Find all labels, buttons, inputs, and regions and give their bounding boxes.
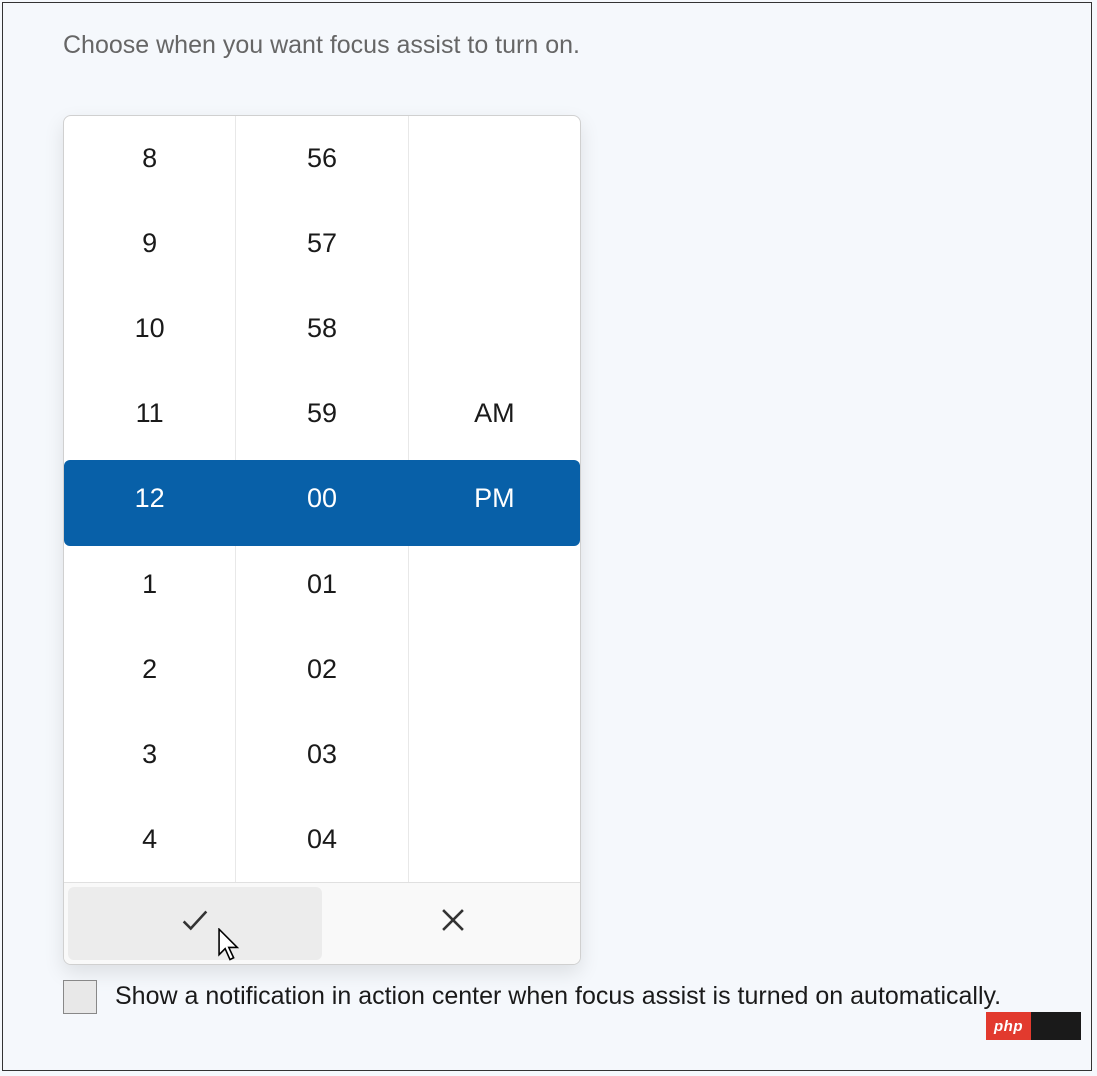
minute-option-selected[interactable]: 00 bbox=[236, 456, 407, 541]
period-empty bbox=[409, 116, 580, 201]
hour-option[interactable]: 10 bbox=[64, 286, 235, 371]
picker-columns: 8 9 10 11 12 1 2 3 4 56 57 58 59 00 01 0… bbox=[64, 116, 580, 882]
cancel-button[interactable] bbox=[326, 883, 580, 964]
hour-column[interactable]: 8 9 10 11 12 1 2 3 4 bbox=[64, 116, 235, 882]
settings-panel: Choose when you want focus assist to tur… bbox=[2, 2, 1092, 1071]
close-icon bbox=[436, 903, 470, 944]
confirm-button[interactable] bbox=[68, 887, 322, 960]
minute-option[interactable]: 01 bbox=[236, 542, 407, 627]
hour-option[interactable]: 3 bbox=[64, 712, 235, 797]
minute-option[interactable]: 59 bbox=[236, 371, 407, 456]
hour-option[interactable]: 4 bbox=[64, 797, 235, 882]
hour-option[interactable]: 1 bbox=[64, 542, 235, 627]
notification-checkbox[interactable] bbox=[63, 980, 97, 1014]
minute-option[interactable]: 56 bbox=[236, 116, 407, 201]
instruction-text: Choose when you want focus assist to tur… bbox=[63, 31, 580, 60]
watermark-text: php bbox=[994, 1018, 1023, 1035]
period-empty bbox=[409, 797, 580, 882]
period-option-pm-selected[interactable]: PM bbox=[409, 456, 580, 541]
minute-option[interactable]: 57 bbox=[236, 201, 407, 286]
period-empty bbox=[409, 542, 580, 627]
hour-option-selected[interactable]: 12 bbox=[64, 456, 235, 541]
hour-option[interactable]: 11 bbox=[64, 371, 235, 456]
hour-option[interactable]: 8 bbox=[64, 116, 235, 201]
minute-option[interactable]: 03 bbox=[236, 712, 407, 797]
hour-option[interactable]: 2 bbox=[64, 627, 235, 712]
hour-option[interactable]: 9 bbox=[64, 201, 235, 286]
period-column[interactable]: AM PM bbox=[408, 116, 580, 882]
checkmark-icon bbox=[178, 903, 212, 944]
time-picker-flyout: 8 9 10 11 12 1 2 3 4 56 57 58 59 00 01 0… bbox=[63, 115, 581, 965]
notification-checkbox-row: Show a notification in action center whe… bbox=[63, 978, 1051, 1014]
period-empty bbox=[409, 627, 580, 712]
period-empty bbox=[409, 712, 580, 797]
minute-option[interactable]: 02 bbox=[236, 627, 407, 712]
notification-checkbox-label: Show a notification in action center whe… bbox=[115, 978, 1001, 1014]
period-empty bbox=[409, 201, 580, 286]
picker-action-bar bbox=[64, 882, 580, 964]
period-option-am[interactable]: AM bbox=[409, 371, 580, 456]
minute-column[interactable]: 56 57 58 59 00 01 02 03 04 bbox=[235, 116, 407, 882]
period-empty bbox=[409, 286, 580, 371]
watermark-dark bbox=[1031, 1012, 1081, 1040]
minute-option[interactable]: 04 bbox=[236, 797, 407, 882]
minute-option[interactable]: 58 bbox=[236, 286, 407, 371]
